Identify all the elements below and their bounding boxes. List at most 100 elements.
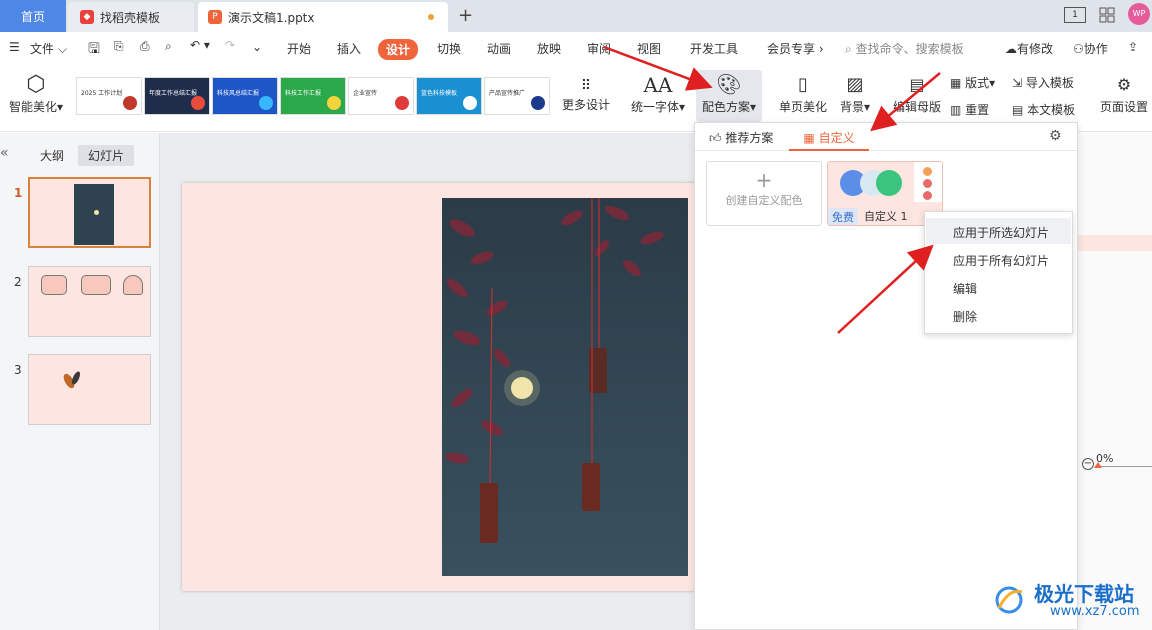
- smart-beautify-button[interactable]: ⬡ 智能美化▾: [8, 72, 64, 115]
- user-avatar[interactable]: WP: [1128, 3, 1150, 25]
- design-thumbnail[interactable]: 企业宣传: [348, 77, 414, 115]
- menu-developer[interactable]: 开发工具: [690, 40, 738, 57]
- apply-all-item[interactable]: 应用于所有幻灯片: [953, 252, 1049, 269]
- design-thumbnail[interactable]: 科技工作汇报: [280, 77, 346, 115]
- thumbs-up-icon: 👍︎: [709, 131, 726, 145]
- zoom-thumb[interactable]: [1094, 462, 1102, 468]
- more-quick-icon[interactable]: ⌄: [252, 40, 262, 54]
- design-thumbnail-accent: [395, 96, 409, 110]
- import-template-button[interactable]: ⇲ 导入模板: [1012, 74, 1074, 91]
- slide-thumbnail-1[interactable]: [28, 177, 151, 248]
- unify-font-label: 统一字体: [630, 100, 679, 114]
- tab-template[interactable]: ◆ 找稻壳模板: [68, 2, 194, 32]
- background-button[interactable]: ▨ 背景▾: [836, 72, 874, 115]
- koi-fish-image: [59, 369, 83, 391]
- tab-template-label: 找稻壳模板: [100, 10, 161, 25]
- edit-master-label: 编辑母版: [892, 100, 941, 114]
- zoom-out-icon[interactable]: −: [1082, 458, 1094, 470]
- thumbnail-photo: [74, 184, 114, 245]
- page-setup-label: 页面设置: [1099, 100, 1148, 114]
- modified-button[interactable]: ☁有修改: [1005, 40, 1053, 57]
- menu-view[interactable]: 视图: [637, 40, 661, 57]
- reset-button[interactable]: ▥ 重置: [950, 101, 989, 118]
- window-layout-icon[interactable]: 1: [1064, 7, 1086, 23]
- menu-animation[interactable]: 动画: [487, 40, 511, 57]
- page-setup-button[interactable]: ⚙ 页面设置: [1098, 72, 1150, 115]
- tab-recommend[interactable]: 👍︎ 推荐方案: [709, 129, 773, 146]
- layout-icon: ▦: [950, 76, 966, 90]
- tab-document[interactable]: P 演示文稿1.pptx: [198, 2, 448, 32]
- tab-home[interactable]: 首页: [0, 0, 66, 32]
- text-template-button[interactable]: ▤ 本文模板: [1012, 101, 1075, 118]
- design-thumbnail[interactable]: 年度工作总结汇报: [144, 77, 210, 115]
- search-box[interactable]: ⌕ 查找命令、搜索模板: [845, 40, 964, 57]
- delete-item[interactable]: 删除: [953, 308, 977, 325]
- zoom-slider[interactable]: [1096, 466, 1152, 467]
- outline-tab[interactable]: 大纲: [40, 147, 64, 164]
- export-icon[interactable]: ⎘: [114, 39, 124, 54]
- collab-button[interactable]: ⚇协作: [1073, 40, 1108, 57]
- color-scheme-panel: 👍︎ 推荐方案 ▦ 自定义 ⚙ + 创建自定义配色 免费 自定义 1: [694, 122, 1078, 630]
- design-thumbnail-label: 科技风总结汇报: [217, 90, 260, 97]
- more-design-label: 更多设计: [561, 98, 610, 112]
- search-icon: ⌕: [845, 42, 852, 56]
- new-tab-button[interactable]: +: [458, 5, 473, 26]
- menu-slideshow[interactable]: 放映: [537, 40, 561, 57]
- menu-transition[interactable]: 切换: [437, 40, 461, 57]
- highlight-strip: [1078, 235, 1152, 251]
- design-thumbnail-accent: [531, 96, 545, 110]
- grid-dots-icon: ⠿: [580, 78, 592, 94]
- menu-review[interactable]: 审阅: [587, 40, 611, 57]
- slides-tab[interactable]: 幻灯片: [78, 145, 135, 166]
- single-page-button[interactable]: ▯ 单页美化: [776, 72, 830, 115]
- tab-custom-label: 自定义: [818, 131, 855, 145]
- create-custom-scheme-button[interactable]: + 创建自定义配色: [706, 161, 822, 226]
- tab-custom[interactable]: ▦ 自定义: [789, 123, 869, 151]
- menu-member[interactable]: 会员专享 ›: [767, 40, 824, 57]
- save-icon[interactable]: 🖫: [88, 38, 100, 62]
- menu-bar: ☰ 文件 ⌵ 🖫 ⎘ ⎙ ⌕ ↶ ▾ ↷ ⌄ 开始 插入 设计 切换 动画 放映…: [0, 32, 1152, 66]
- edit-master-button[interactable]: ▤ 编辑母版: [890, 72, 944, 115]
- page-setup-icon: ⚙: [1116, 75, 1132, 94]
- redo-icon[interactable]: ↷: [225, 38, 235, 52]
- tab-recommend-label: 推荐方案: [725, 131, 774, 145]
- design-thumbnail[interactable]: 2025 工作计划: [76, 77, 142, 115]
- more-design-button[interactable]: ⠿ 更多设计: [560, 76, 612, 113]
- design-thumbnail-label: 企业宣传: [353, 90, 378, 97]
- slide-thumbnail-3[interactable]: [28, 354, 151, 425]
- hamburger-icon[interactable]: ☰: [9, 40, 20, 54]
- preview-icon[interactable]: ⌕: [165, 39, 172, 54]
- share-icon[interactable]: ⇪: [1128, 40, 1138, 54]
- design-thumbnail[interactable]: 科技风总结汇报: [212, 77, 278, 115]
- menu-member-label: 会员专享: [767, 42, 816, 56]
- font-aa-icon: AA: [643, 73, 673, 97]
- menu-design[interactable]: 设计: [378, 39, 419, 60]
- slide-thumbnail-2[interactable]: [28, 266, 151, 337]
- grid-apps-icon[interactable]: [1099, 7, 1115, 23]
- color-scheme-button[interactable]: 🎨︎ 配色方案▾: [696, 70, 762, 122]
- undo-icon[interactable]: ↶ ▾: [190, 38, 210, 52]
- file-menu-label: 文件: [30, 42, 55, 56]
- menu-insert[interactable]: 插入: [337, 40, 361, 57]
- shape-rounded: [123, 275, 143, 295]
- apply-selected-item[interactable]: 应用于所选幻灯片: [953, 224, 1049, 241]
- settings-gear-icon[interactable]: ⚙: [1049, 128, 1062, 144]
- file-menu[interactable]: 文件 ⌵: [30, 40, 67, 57]
- layout-label: 版式: [965, 76, 990, 90]
- shape-rounded: [41, 275, 67, 295]
- design-thumbnail[interactable]: 产品宣传推广: [484, 77, 550, 115]
- layout-button[interactable]: ▦ 版式▾: [950, 74, 995, 91]
- context-menu: 应用于所选幻灯片 应用于所有幻灯片 编辑 删除: [924, 211, 1073, 334]
- print-icon[interactable]: ⎙: [140, 39, 150, 54]
- menu-start[interactable]: 开始: [287, 40, 311, 57]
- night-lantern-photo[interactable]: [442, 198, 688, 576]
- design-thumbnail[interactable]: 蓝色科技模板: [416, 77, 482, 115]
- unify-font-button[interactable]: AA 统一字体▾: [628, 72, 688, 115]
- create-custom-label: 创建自定义配色: [725, 194, 803, 207]
- right-side-panel: − 0%: [1078, 133, 1152, 630]
- docer-logo-icon: ◆: [80, 10, 94, 24]
- reset-icon: ▥: [950, 103, 966, 117]
- collapse-panel-icon[interactable]: «: [0, 145, 9, 161]
- edit-item[interactable]: 编辑: [953, 280, 977, 297]
- swatch-green: [876, 170, 902, 196]
